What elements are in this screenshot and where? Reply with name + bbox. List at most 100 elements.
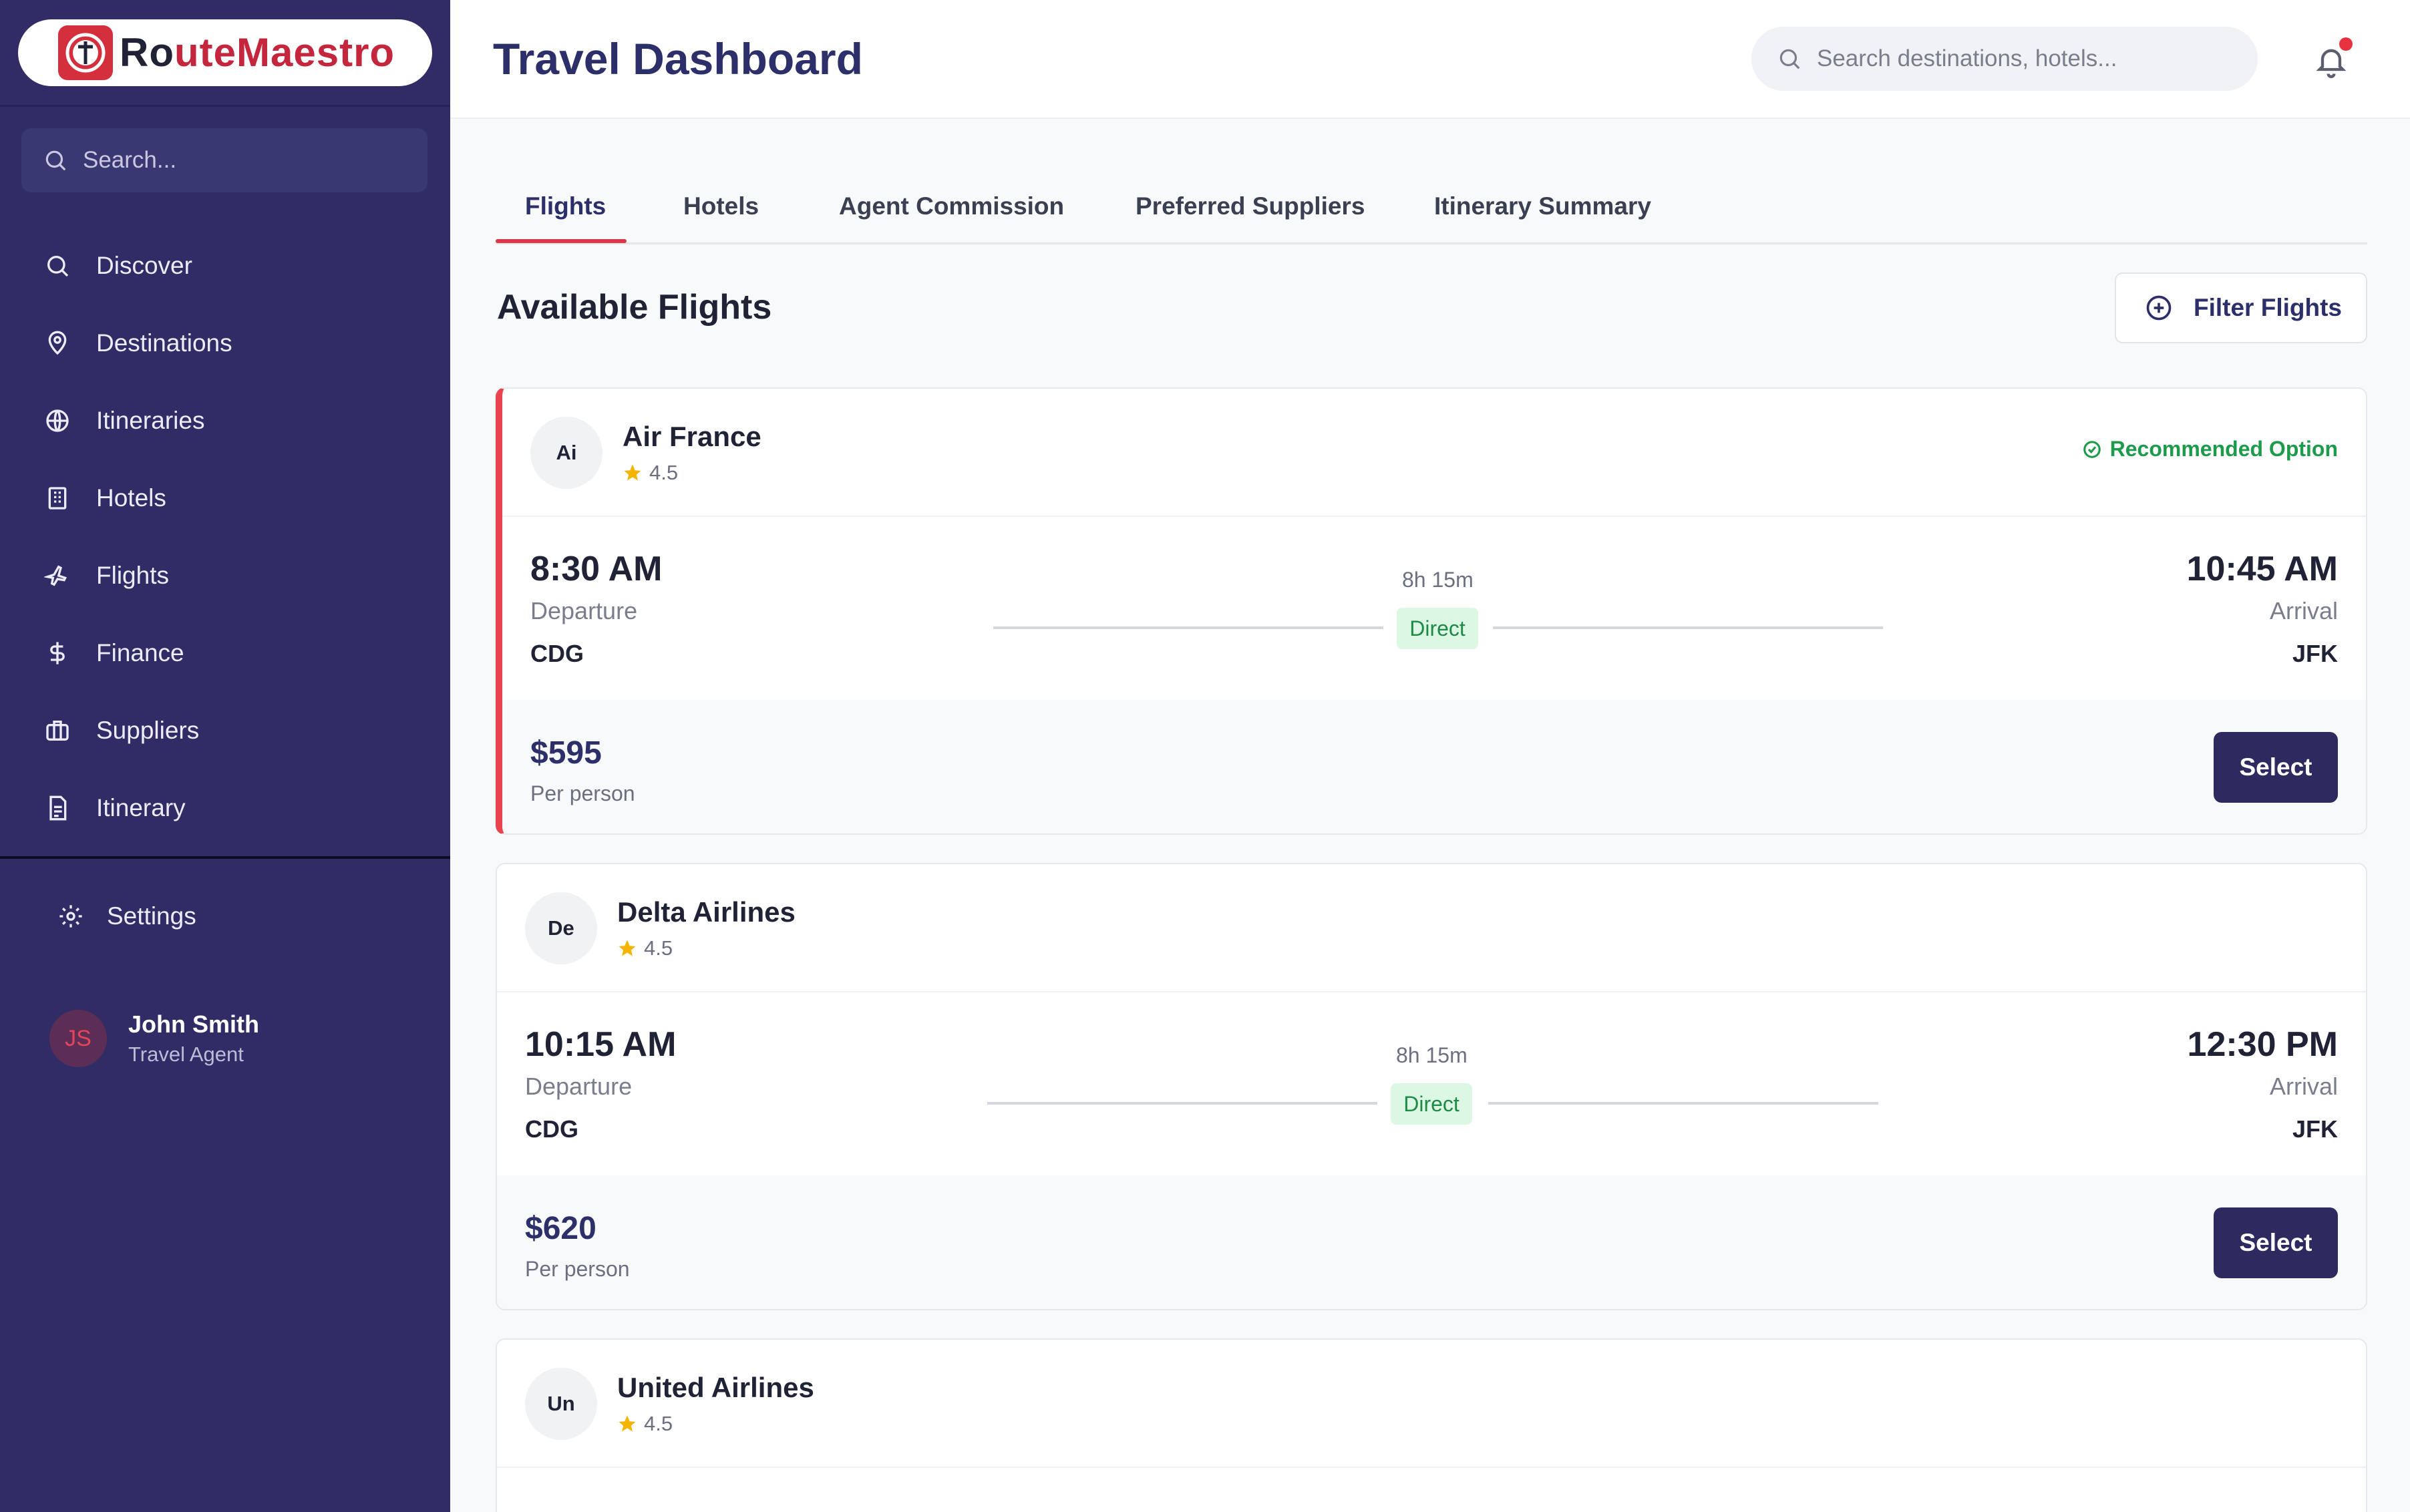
sidebar-item-itinerary[interactable]: Itinerary [0, 769, 450, 847]
route-line [1488, 1102, 1878, 1105]
sidebar-item-label: Itinerary [96, 794, 186, 821]
tab-itinerary-summary[interactable]: Itinerary Summary [1434, 192, 1651, 220]
global-search-placeholder: Search destinations, hotels... [1817, 45, 2117, 71]
check-circle-icon [2083, 440, 2101, 458]
sidebar-divider [0, 856, 450, 859]
tab-preferred-suppliers[interactable]: Preferred Suppliers [1136, 192, 1365, 220]
select-flight-button[interactable]: Select [2214, 1207, 2338, 1278]
airline-name: Air France [623, 421, 761, 452]
user-profile[interactable]: JS John Smith Travel Agent [49, 1010, 259, 1067]
sidebar-item-flights[interactable]: Flights [0, 537, 450, 614]
user-role: Travel Agent [128, 1043, 244, 1066]
arrival-time: 12:30 PM [2187, 1025, 2338, 1064]
sidebar-item-label: Finance [96, 639, 184, 667]
sidebar-item-label: Hotels [96, 484, 166, 512]
recommended-badge: Recommended Option [2082, 437, 2338, 461]
flight-duration: 8h 15m [1396, 1043, 1468, 1067]
airline-logo: Un [525, 1368, 597, 1440]
departure-label: Departure [530, 597, 638, 624]
avatar: JS [49, 1010, 107, 1067]
rating-value: 4.5 [649, 461, 679, 484]
tab-hotels[interactable]: Hotels [683, 192, 759, 220]
stops-badge: Direct [1391, 1083, 1472, 1125]
airline-logo: De [525, 892, 597, 964]
route-line [1493, 626, 1883, 629]
globe-icon [43, 406, 72, 435]
sidebar-item-hotels[interactable]: Hotels [0, 459, 450, 537]
sidebar-item-label: Destinations [96, 329, 232, 357]
search-icon [43, 251, 72, 280]
route-line [987, 1102, 1377, 1105]
active-tab-indicator [496, 239, 627, 243]
tab-flights[interactable]: Flights [525, 192, 606, 220]
sidebar-item-label: Suppliers [96, 717, 200, 744]
sidebar-item-destinations[interactable]: Destinations [0, 305, 450, 382]
airline-name: United Airlines [617, 1372, 814, 1403]
map-pin-icon [43, 329, 72, 358]
sidebar: RouteMaestro Search... Discover Destinat… [0, 0, 450, 1512]
departure-time: 10:15 AM [525, 1025, 677, 1064]
sidebar-search-input[interactable]: Search... [21, 128, 427, 192]
filter-label: Filter Flights [2194, 294, 2342, 321]
flight-card: Ai Air France 4.5 Recommended Option 8:3… [496, 387, 2367, 835]
price-unit: Per person [525, 1257, 630, 1281]
user-name: John Smith [128, 1010, 259, 1038]
stops-badge: Direct [1397, 608, 1478, 649]
logo-area: RouteMaestro [0, 0, 450, 107]
plus-circle-icon [2146, 295, 2172, 321]
building-icon [43, 484, 72, 513]
recommended-label: Recommended Option [2109, 437, 2338, 461]
sidebar-item-suppliers[interactable]: Suppliers [0, 692, 450, 769]
star-icon [624, 464, 641, 481]
filter-flights-button[interactable]: Filter Flights [2115, 272, 2367, 343]
document-icon [43, 793, 72, 823]
sidebar-nav: Discover Destinations Itineraries Hotels… [0, 227, 450, 847]
settings-label: Settings [107, 902, 196, 930]
global-search-input[interactable]: Search destinations, hotels... [1751, 27, 2258, 91]
briefcase-icon [43, 716, 72, 745]
rating-value: 4.5 [644, 936, 673, 960]
star-icon [619, 1415, 636, 1432]
dollar-icon [43, 638, 72, 668]
arrival-airport: JFK [2292, 640, 2338, 667]
star-icon [619, 940, 636, 956]
airline-logo: Ai [530, 417, 602, 489]
sidebar-item-finance[interactable]: Finance [0, 614, 450, 692]
route-line [993, 626, 1383, 629]
airline-name: Delta Airlines [617, 896, 796, 928]
tab-bar: Flights Hotels Agent Commission Preferre… [496, 178, 2367, 244]
sidebar-item-discover[interactable]: Discover [0, 227, 450, 305]
tab-agent-commission[interactable]: Agent Commission [839, 192, 1064, 220]
arrival-airport: JFK [2292, 1115, 2338, 1143]
brand-name: RouteMaestro [120, 30, 395, 75]
flight-price: $620 [525, 1211, 596, 1246]
departure-airport: CDG [525, 1115, 578, 1143]
price-unit: Per person [530, 781, 635, 805]
brand-logo[interactable]: RouteMaestro [18, 19, 432, 86]
airline-rating: 4.5 [623, 461, 678, 485]
flight-card: De Delta Airlines 4.5 10:15 AM Departure… [496, 863, 2367, 1310]
flight-duration: 8h 15m [1402, 568, 1474, 592]
sidebar-item-itineraries[interactable]: Itineraries [0, 382, 450, 459]
select-flight-button[interactable]: Select [2214, 732, 2338, 803]
flight-price: $595 [530, 735, 602, 771]
airline-rating: 4.5 [617, 936, 673, 960]
flight-card: Un United Airlines 4.5 [496, 1338, 2367, 1512]
search-icon [45, 150, 66, 171]
rating-value: 4.5 [644, 1412, 673, 1435]
sidebar-item-label: Discover [96, 252, 192, 279]
plane-icon [43, 561, 72, 590]
gear-icon [56, 902, 85, 931]
sidebar-item-label: Flights [96, 562, 169, 589]
compass-logo-icon [58, 25, 113, 80]
sidebar-item-settings[interactable]: Settings [56, 902, 196, 931]
airline-rating: 4.5 [617, 1412, 673, 1436]
top-header: Travel Dashboard Search destinations, ho… [450, 0, 2410, 119]
arrival-time: 10:45 AM [2186, 550, 2338, 588]
search-icon [1779, 49, 1800, 69]
page-title: Travel Dashboard [493, 34, 863, 83]
section-title: Available Flights [497, 288, 772, 327]
departure-label: Departure [525, 1073, 633, 1100]
notifications-button[interactable] [2314, 37, 2354, 80]
arrival-label: Arrival [2269, 597, 2338, 624]
